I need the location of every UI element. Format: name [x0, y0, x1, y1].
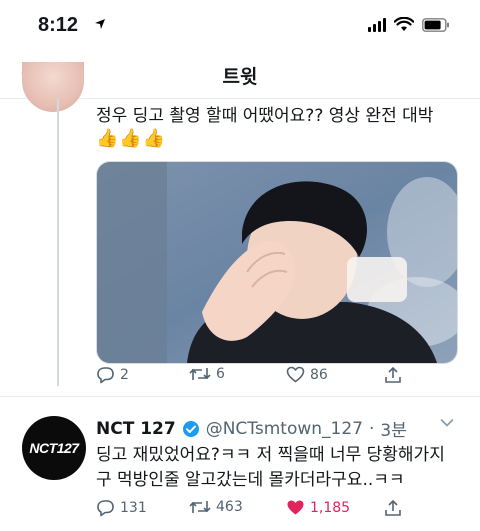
avatar-logo: NCT127 [29, 440, 79, 456]
reply-icon [97, 367, 114, 384]
thread-connector-line [57, 98, 59, 386]
signal-icon [368, 17, 386, 32]
heart-icon [286, 366, 305, 383]
retweet-count: 6 [216, 366, 225, 382]
status-indicators [368, 17, 450, 32]
meta-separator: · [369, 418, 375, 439]
nct127-avatar[interactable]: NCT127 [22, 416, 86, 480]
display-name[interactable]: NCT 127 [96, 419, 176, 439]
user-handle[interactable]: @NCTsmtown_127 [206, 419, 363, 439]
main-tweet-text-line2: 구 먹방인줄 알고갔는데 몰카더라구요..ㅋㅋ [96, 470, 405, 490]
battery-icon [422, 17, 449, 32]
like-action[interactable]: 1,185 [286, 499, 350, 516]
location-arrow-icon [95, 19, 105, 29]
verified-badge-icon [182, 420, 199, 437]
retweet-count: 463 [216, 499, 243, 515]
reply-action[interactable]: 131 [96, 499, 147, 517]
tweet-time: 3분 [380, 421, 407, 441]
reply-count: 2 [120, 367, 129, 383]
retweet-icon [189, 501, 211, 513]
chevron-down-icon[interactable] [440, 418, 454, 428]
status-bar: 8:12 [0, 0, 480, 50]
retweet-action[interactable]: 6 [189, 366, 225, 382]
share-icon [385, 499, 401, 516]
retweet-icon [189, 368, 211, 380]
main-tweet-text: 딩고 재밌었어요?ㅋㅋ 저 찍을때 너무 당황해가지 구 먹방인줄 알고갔는데 … [96, 443, 466, 493]
share-action[interactable] [384, 499, 402, 517]
like-action[interactable]: 86 [286, 366, 328, 383]
retweet-action[interactable]: 463 [189, 499, 243, 515]
share-action[interactable] [384, 366, 402, 384]
main-tweet-text-line1: 딩고 재밌었어요?ㅋㅋ 저 찍을때 너무 당황해가지 [96, 445, 445, 465]
tweet-divider [0, 396, 480, 397]
reply-count: 131 [120, 500, 147, 516]
like-count: 86 [310, 366, 328, 383]
reply-author-avatar[interactable] [22, 62, 84, 112]
reply-tweet-actions: 2 6 86 [96, 366, 436, 386]
tweet-media-image[interactable] [96, 161, 458, 364]
share-icon [385, 366, 401, 383]
reply-action[interactable]: 2 [96, 366, 129, 384]
wifi-icon [394, 17, 414, 31]
reply-icon [97, 500, 114, 517]
main-tweet-actions: 131 463 1,185 [96, 499, 436, 519]
status-time: 8:12 [38, 14, 79, 36]
reply-tweet-text: 정우 딩고 촬영 할때 어땠어요?? 영상 완전 대박 [96, 106, 434, 126]
media-photo [97, 162, 457, 363]
heart-filled-icon [287, 500, 304, 515]
tweet-header: NCT 127 @NCTsmtown_127 · 3분 [96, 416, 446, 442]
like-count: 1,185 [310, 499, 351, 516]
thumbs-up-emoji: 👍👍👍 [96, 128, 167, 149]
